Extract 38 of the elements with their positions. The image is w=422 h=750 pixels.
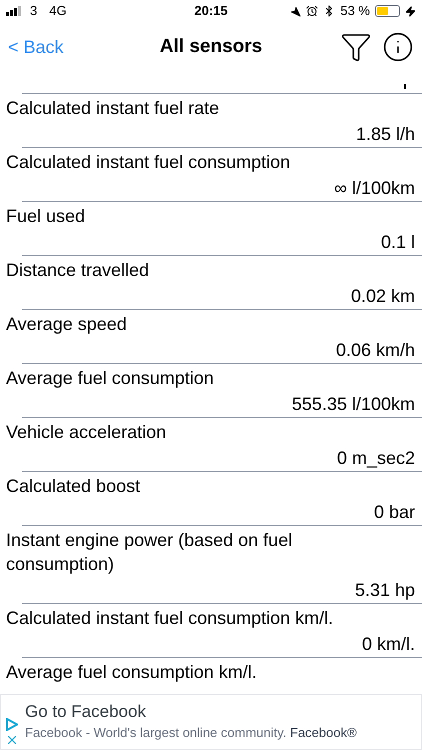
sensor-name: Average fuel consumption xyxy=(5,367,215,390)
sensor-name: Average fuel consumption km/l. xyxy=(5,661,258,684)
battery-percent: 53 % xyxy=(340,2,370,20)
charging-icon xyxy=(405,6,416,16)
clock-text: 20:15 xyxy=(194,2,228,20)
sensor-value: ∞ l/100km xyxy=(334,177,415,200)
close-icon[interactable] xyxy=(5,733,19,747)
sensor-value: 5.31 hp xyxy=(354,579,415,602)
sensor-name: Calculated instant fuel rate xyxy=(5,97,220,120)
sensor-name: Distance travelled xyxy=(5,259,150,282)
sensor-value: 0 m_sec2 xyxy=(336,447,415,470)
sensor-name: Calculated boost xyxy=(5,475,142,498)
filter-icon[interactable] xyxy=(340,31,372,63)
signal-icon xyxy=(6,6,24,16)
sensor-value: 0.02 km xyxy=(350,285,415,308)
sensor-name: Instant engine power (based on fuel consumption) xyxy=(5,529,294,576)
sensor-name: Average speed xyxy=(5,313,128,336)
sensor-name: Fuel used xyxy=(5,205,86,228)
ad-banner[interactable]: Go to Facebook Facebook - World's largest online community. Facebook® xyxy=(0,694,422,750)
location-icon xyxy=(290,6,302,16)
carrier-text: 3 xyxy=(30,2,38,20)
sensor-value: 0.06 km/h xyxy=(336,339,415,362)
ad-title: Go to Facebook xyxy=(25,701,147,724)
sensor-value: 0 km/l. xyxy=(362,633,415,656)
sensor-value: 555.35 l/100km xyxy=(292,393,415,416)
sensor-name: Calculated instant fuel consumption km/l. xyxy=(5,607,334,630)
ad-description: Facebook - World's largest online community. Facebook® xyxy=(25,724,357,742)
network-text: 4G xyxy=(49,2,67,20)
screen-title: All sensors xyxy=(160,34,262,59)
sensor-value: 0 bar xyxy=(374,501,415,524)
alarm-icon xyxy=(306,5,318,17)
sensor-name: Vehicle acceleration xyxy=(5,421,168,444)
sensor-value: 1.85 l/h xyxy=(356,123,415,146)
sensor-name: Calculated instant fuel consumption xyxy=(5,151,292,174)
battery-icon xyxy=(375,5,400,17)
play-icon[interactable] xyxy=(6,718,18,731)
sensor-value: 0.1 l xyxy=(380,231,415,254)
info-icon[interactable] xyxy=(382,31,414,63)
